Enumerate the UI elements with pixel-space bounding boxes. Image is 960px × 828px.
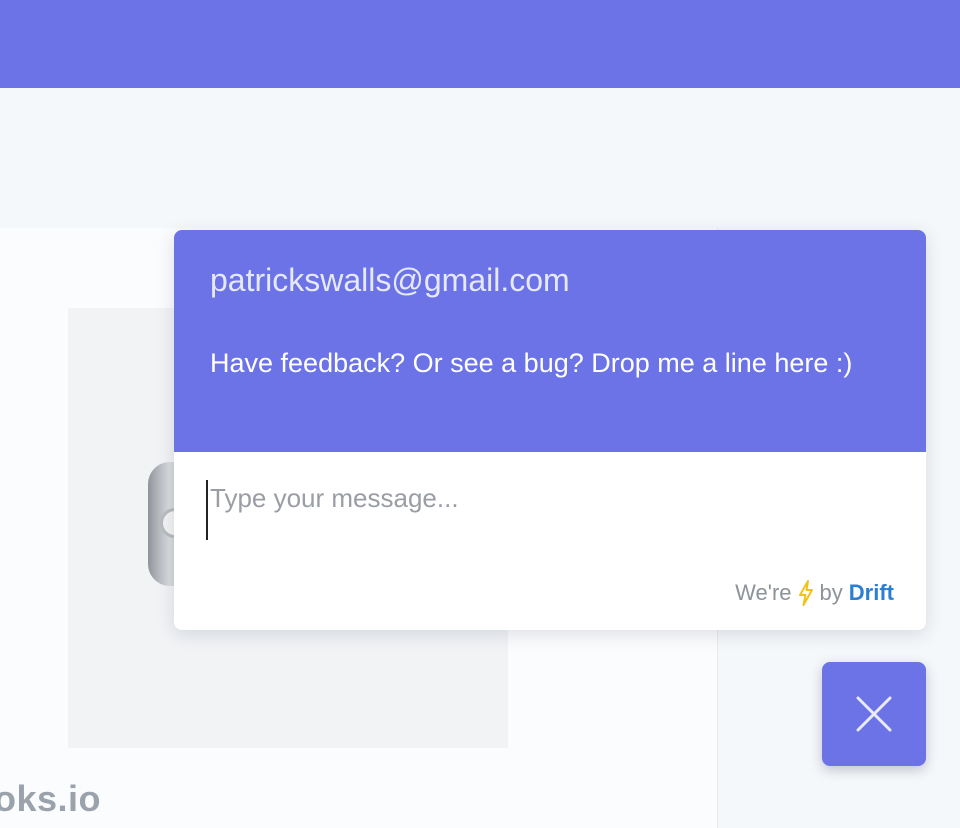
top-navigation-bar — [0, 0, 960, 88]
chat-compose-area: We're by Drift — [174, 452, 926, 630]
chat-widget: patrickswalls@gmail.com Have feedback? O… — [174, 230, 926, 630]
chat-welcome-message: Have feedback? Or see a bug? Drop me a l… — [210, 348, 853, 378]
powered-by-word: by — [819, 580, 843, 605]
chat-header: patrickswalls@gmail.com Have feedback? O… — [174, 230, 926, 452]
close-icon — [856, 696, 892, 732]
close-chat-button[interactable] — [822, 662, 926, 766]
powered-by-drift[interactable]: We're by Drift — [735, 580, 894, 606]
powered-prefix: We're — [735, 580, 792, 605]
chat-owner-email: patrickswalls@gmail.com — [210, 262, 570, 298]
message-input[interactable] — [206, 480, 894, 540]
background-caption: oks.io — [0, 778, 102, 819]
lightning-bolt-icon — [798, 580, 813, 606]
drift-brand-link[interactable]: Drift — [849, 580, 894, 606]
